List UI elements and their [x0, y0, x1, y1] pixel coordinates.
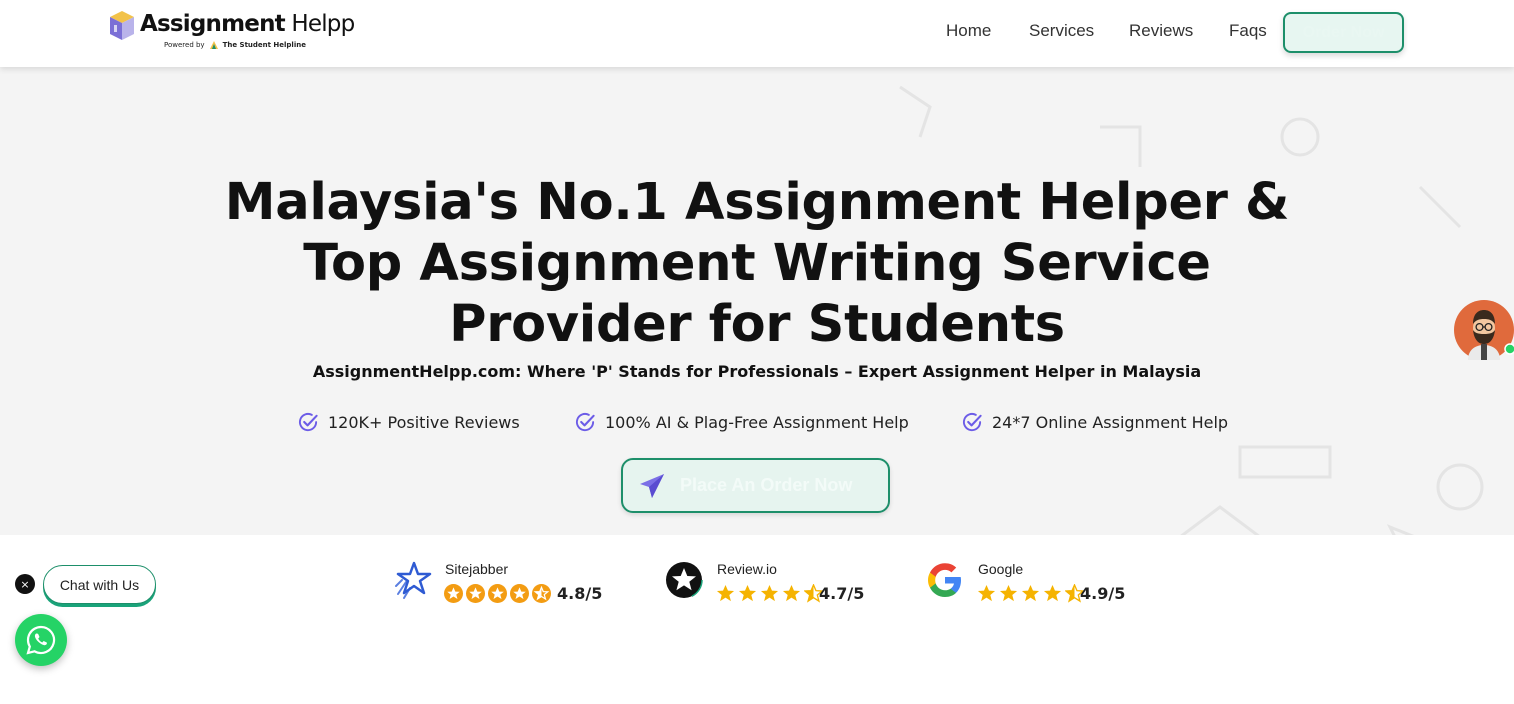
- review-score: 4.9/5: [1080, 584, 1126, 603]
- hero-section: Malaysia's No.1 Assignment Helper & Top …: [0, 67, 1514, 535]
- support-agent-avatar[interactable]: [1454, 300, 1514, 360]
- chat-with-us-button[interactable]: Chat with Us: [43, 565, 156, 604]
- star-icon: [738, 584, 757, 602]
- star-icon: [510, 584, 529, 603]
- star-icon: [444, 584, 463, 603]
- agent-avatar-icon: [1454, 300, 1514, 360]
- star-icon: [1043, 584, 1062, 602]
- feature-plag-free: 100% AI & Plag-Free Assignment Help: [575, 410, 909, 434]
- chat-close-button[interactable]: ×: [15, 574, 35, 594]
- header-order-button[interactable]: Order Now: [1283, 12, 1404, 53]
- review-score: 4.7/5: [819, 584, 865, 603]
- star-icon: [977, 584, 996, 602]
- star-icon: [1021, 584, 1040, 602]
- review-google[interactable]: Google 4.9/5: [925, 558, 1125, 610]
- google-icon: [928, 563, 961, 597]
- feature-reviews: 120K+ Positive Reviews: [298, 410, 520, 434]
- check-circle-icon: [298, 412, 318, 431]
- feature-text: 100% AI & Plag-Free Assignment Help: [605, 412, 909, 432]
- star-icon: [782, 584, 801, 602]
- helpline-text: The Student Helpline: [222, 40, 306, 49]
- reviewio-icon: [665, 561, 703, 599]
- helpline-mark-icon: [209, 41, 218, 49]
- nav-services[interactable]: Services: [1029, 21, 1094, 41]
- star-icon: [488, 584, 507, 603]
- review-sitejabber[interactable]: Sitejabber 4.8/5: [392, 558, 612, 610]
- logo-light-text: Helpp: [284, 11, 355, 37]
- rating-stars: [977, 584, 1084, 603]
- check-circle-icon: [575, 412, 595, 431]
- nav-home[interactable]: Home: [946, 21, 991, 41]
- check-circle-icon: [962, 412, 982, 431]
- whatsapp-button[interactable]: [15, 614, 67, 666]
- review-reviewio[interactable]: Review.io 4.7/5: [664, 558, 864, 610]
- rating-stars: [444, 584, 551, 603]
- powered-by-text: Powered by: [164, 40, 205, 49]
- hero-title: Malaysia's No.1 Assignment Helper & Top …: [224, 173, 1290, 354]
- nav-reviews[interactable]: Reviews: [1129, 21, 1193, 41]
- review-source-name: Review.io: [717, 561, 777, 577]
- star-icon: [999, 584, 1018, 602]
- rating-stars: [716, 584, 823, 603]
- site-logo[interactable]: Assignment Helpp Powered by The Student …: [108, 9, 355, 55]
- site-header: Assignment Helpp Powered by The Student …: [0, 0, 1514, 67]
- logo-bold-text: Assignment: [140, 11, 286, 37]
- logo-tagline: Powered by The Student Helpline: [164, 40, 306, 50]
- place-order-label: Place An Order Now: [680, 475, 853, 495]
- star-icon: [466, 584, 485, 603]
- star-icon: [716, 584, 735, 602]
- review-source-name: Sitejabber: [445, 561, 509, 577]
- feature-24x7: 24*7 Online Assignment Help: [962, 410, 1228, 434]
- feature-text: 120K+ Positive Reviews: [328, 412, 520, 432]
- review-score: 4.8/5: [557, 584, 603, 603]
- place-order-button[interactable]: Place An Order Now: [621, 458, 890, 513]
- hero-subtitle: AssignmentHelpp.com: Where 'P' Stands fo…: [312, 362, 1202, 381]
- sitejabber-icon: [395, 561, 432, 599]
- whatsapp-icon: [26, 625, 56, 655]
- half-star-icon: [532, 584, 551, 603]
- paper-plane-icon: [640, 473, 664, 498]
- logo-cube-icon: [110, 11, 134, 40]
- nav-faqs[interactable]: Faqs: [1229, 21, 1267, 41]
- star-icon: [760, 584, 779, 602]
- review-source-name: Google: [978, 561, 1024, 577]
- feature-text: 24*7 Online Assignment Help: [992, 412, 1229, 432]
- logo-wordmark: Assignment Helpp: [140, 11, 355, 37]
